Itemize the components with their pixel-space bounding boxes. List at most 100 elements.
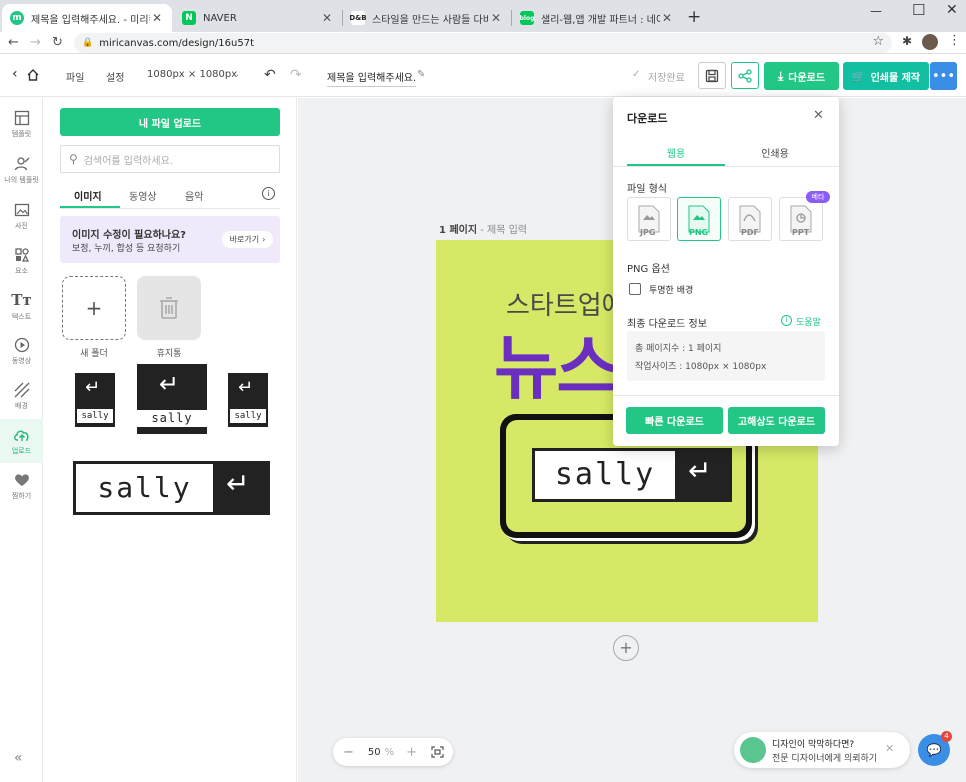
- url-bar[interactable]: 🔒 miricanvas.com/design/16u57t ☆: [74, 33, 892, 53]
- format-ppt-option[interactable]: PPT: [779, 197, 823, 241]
- chat-notification-badge: 4: [941, 731, 952, 742]
- enter-arrow-icon: ↵: [226, 467, 250, 500]
- browser-tab-dnb[interactable]: D&B 스타일을 만드는 사람들 다비걸 ✕: [343, 4, 511, 32]
- profile-avatar[interactable]: [922, 34, 938, 50]
- tab-title: 샐리-웹,앱 개발 파트너 : 네이버: [541, 14, 660, 26]
- sally-logo-wide-thumbnail[interactable]: sally ↵: [73, 461, 270, 515]
- download-button[interactable]: ⤓ 다운로드: [764, 62, 839, 90]
- rail-item-elements[interactable]: 요소: [0, 239, 43, 283]
- close-tab-icon[interactable]: ✕: [660, 11, 674, 25]
- tab-print[interactable]: 인쇄용: [725, 145, 825, 160]
- collapse-double-chevron-icon[interactable]: «: [14, 750, 23, 766]
- tab-music[interactable]: 음악: [185, 188, 203, 203]
- fit-screen-button[interactable]: [422, 738, 452, 766]
- chevron-right-icon: ›: [262, 235, 266, 244]
- close-tab-icon[interactable]: ✕: [489, 11, 503, 25]
- rail-item-template[interactable]: 템플릿: [0, 102, 43, 146]
- download-popup: 다운로드 ✕ 웹용 인쇄용 파일 형식 JPG PNG PDF PPT 베타 P…: [613, 97, 839, 446]
- reload-icon[interactable]: ↻: [52, 35, 63, 50]
- redo-icon[interactable]: ↷: [290, 67, 302, 83]
- transparent-bg-checkbox[interactable]: [629, 283, 641, 295]
- popup-title: 다운로드: [627, 112, 668, 125]
- bookmark-star-icon[interactable]: ☆: [872, 34, 884, 49]
- browser-menu-icon[interactable]: ⋮: [948, 33, 961, 48]
- promo-go-button[interactable]: 바로가기 ›: [222, 231, 273, 248]
- photo-icon: [14, 203, 29, 216]
- pencil-edit-icon[interactable]: ✎: [417, 69, 425, 80]
- document-title-input[interactable]: 제목을 입력해주세요.: [327, 69, 417, 87]
- quick-download-button[interactable]: 빠른 다운로드: [626, 407, 723, 434]
- back-arrow-icon[interactable]: ←: [8, 35, 19, 50]
- new-folder-button[interactable]: +: [62, 276, 126, 340]
- fit-screen-icon: [430, 746, 444, 758]
- rail-item-my-template[interactable]: 나의 템플릿: [0, 148, 43, 192]
- window-minimize-icon[interactable]: —: [870, 4, 882, 18]
- window-maximize-icon[interactable]: ☐: [912, 1, 925, 19]
- menu-settings[interactable]: 설정: [106, 69, 124, 84]
- browser-tab-miricanvas[interactable]: m 제목을 입력해주세요. - 미리캔버스 ✕: [2, 4, 172, 32]
- close-icon[interactable]: ✕: [885, 742, 894, 755]
- save-button[interactable]: [698, 62, 726, 89]
- rail-item-text[interactable]: Tт 텍스트: [0, 284, 43, 328]
- new-tab-icon[interactable]: +: [687, 7, 701, 27]
- add-page-button[interactable]: +: [613, 635, 639, 661]
- miricanvas-favicon: m: [10, 11, 24, 25]
- close-tab-icon[interactable]: ✕: [150, 11, 164, 25]
- browser-tab-sally-blog[interactable]: blog 샐리-웹,앱 개발 파트너 : 네이버 ✕: [512, 4, 682, 32]
- zoom-value[interactable]: 50: [368, 747, 381, 758]
- text-icon: Tт: [11, 290, 32, 309]
- menu-file[interactable]: 파일: [66, 69, 84, 84]
- sally-logo-on-phone[interactable]: sally ↵: [532, 448, 732, 502]
- rail-item-upload[interactable]: 업로드: [0, 419, 43, 463]
- search-box[interactable]: ⚲ 검색어를 입력하세요.: [60, 145, 280, 173]
- zoom-in-icon[interactable]: +: [406, 745, 417, 760]
- hq-download-button[interactable]: 고해상도 다운로드: [728, 407, 825, 434]
- extensions-puzzle-icon[interactable]: ✱: [902, 34, 912, 48]
- trash-folder[interactable]: [137, 276, 201, 340]
- rail-item-video[interactable]: 동영상: [0, 329, 43, 373]
- left-nav-rail: 템플릿 나의 템플릿 사진 요소 Tт 텍스트 동영상 배경 업로드 찜하기 «: [0, 98, 43, 782]
- canvas-size-dropdown[interactable]: 1080px × 1080px: [147, 69, 237, 80]
- help-link[interactable]: 도움말: [796, 315, 821, 328]
- forward-arrow-icon[interactable]: →: [30, 35, 41, 50]
- browser-address-bar: ← → ↻ 🔒 miricanvas.com/design/16u57t ☆ ✱…: [0, 32, 966, 54]
- window-close-icon[interactable]: ✕: [946, 2, 958, 18]
- sally-logo-thumbnail[interactable]: ↵ sally: [75, 373, 115, 427]
- browser-tab-naver[interactable]: N NAVER ✕: [174, 4, 342, 32]
- rail-item-background[interactable]: 배경: [0, 374, 43, 418]
- share-button[interactable]: [731, 62, 759, 89]
- undo-icon[interactable]: ↶: [264, 67, 276, 83]
- more-menu-button[interactable]: •••: [930, 62, 957, 90]
- help-info-icon[interactable]: i: [781, 315, 792, 326]
- tab-video[interactable]: 동영상: [129, 188, 157, 203]
- print-order-button[interactable]: 🛒 인쇄물 제작: [843, 62, 929, 90]
- upload-file-button[interactable]: 내 파일 업로드: [60, 108, 280, 136]
- format-png-option[interactable]: PNG: [677, 197, 721, 241]
- naver-favicon: N: [182, 11, 196, 25]
- format-pdf-option[interactable]: PDF: [728, 197, 772, 241]
- tab-web[interactable]: 웹용: [627, 145, 725, 160]
- zoom-unit: %: [384, 746, 395, 758]
- tab-images[interactable]: 이미지: [74, 188, 102, 203]
- work-size-text: 작업사이즈 : 1080px × 1080px: [635, 362, 767, 372]
- chevron-down-icon[interactable]: ⌄: [232, 69, 240, 80]
- format-jpg-option[interactable]: JPG: [627, 197, 671, 241]
- headline-big-text[interactable]: 뉴스: [494, 312, 621, 413]
- sally-logo-thumbnail[interactable]: ↵ sally: [137, 364, 207, 434]
- sally-logo-thumbnail[interactable]: ↵ sally: [228, 373, 268, 427]
- enter-arrow-icon: ↵: [85, 377, 101, 398]
- close-popup-icon[interactable]: ✕: [813, 108, 824, 123]
- trash-label: 휴지통: [156, 349, 182, 359]
- upload-icon: [13, 430, 28, 441]
- info-icon[interactable]: i: [262, 187, 275, 200]
- promo-title: 이미지 수정이 필요하나요?: [72, 230, 186, 241]
- rail-item-favorites[interactable]: 찜하기: [0, 464, 43, 508]
- rail-item-photo[interactable]: 사진: [0, 194, 43, 238]
- save-status: 저장완료: [648, 73, 685, 84]
- close-tab-icon[interactable]: ✕: [320, 11, 334, 25]
- designer-request-bubble[interactable]: 디자인이 막막하다면? 전문 디자이너에게 의뢰하기 ✕: [734, 732, 910, 768]
- zoom-out-icon[interactable]: −: [343, 745, 354, 760]
- back-chevron-icon[interactable]: ‹: [12, 66, 18, 82]
- final-info-label: 최종 다운로드 정보: [627, 319, 707, 330]
- home-icon[interactable]: [26, 68, 40, 82]
